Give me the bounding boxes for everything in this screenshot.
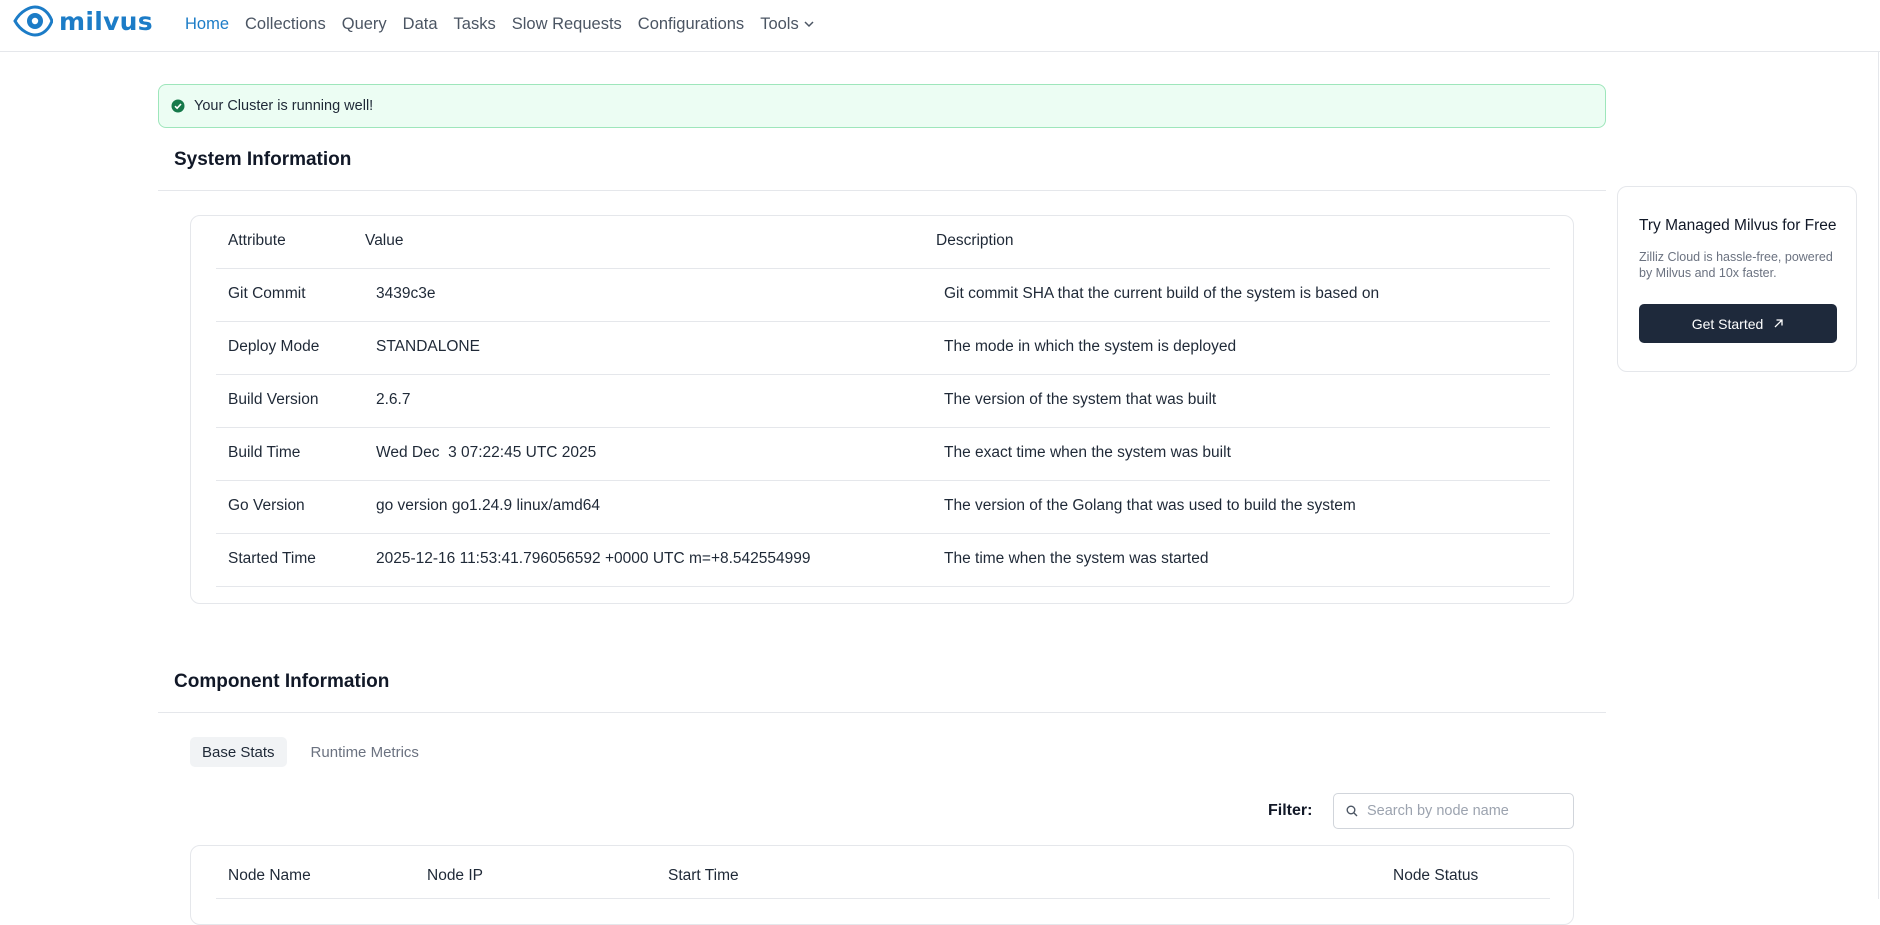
value-cell: go version go1.24.9 linux/amd64	[376, 497, 601, 514]
attribute-cell: Go Version	[228, 497, 305, 514]
table-row: Deploy Mode STANDALONE The mode in which…	[216, 322, 1550, 375]
alert-message: Your Cluster is running well!	[194, 98, 374, 114]
attribute-cell: Deploy Mode	[228, 338, 320, 355]
main-nav: Home Collections Query Data Tasks Slow R…	[185, 12, 831, 36]
header-attribute: Attribute	[228, 232, 286, 249]
status-alert: Your Cluster is running well!	[158, 84, 1606, 128]
header-node-name: Node Name	[228, 867, 311, 884]
table-row: Build Version 2.6.7 The version of the s…	[216, 375, 1550, 428]
system-info-title: System Information	[174, 149, 352, 170]
nav-query[interactable]: Query	[342, 15, 387, 34]
nav-tools-label: Tools	[760, 14, 799, 33]
filter-label: Filter:	[1268, 802, 1313, 819]
header-start-time: Start Time	[668, 867, 739, 884]
value-cell: 2.6.7	[376, 391, 411, 408]
nav-tools[interactable]: Tools	[760, 15, 815, 34]
tab-runtime-metrics[interactable]: Runtime Metrics	[299, 737, 431, 767]
search-icon	[1346, 805, 1358, 817]
value-cell: 2025-12-16 11:53:41.796056592 +0000 UTC …	[376, 550, 811, 567]
header-description: Description	[936, 232, 1014, 249]
description-cell: The version of the Golang that was used …	[944, 497, 1356, 514]
value-cell: STANDALONE	[376, 338, 480, 355]
value-cell: Wed Dec 3 07:22:45 UTC 2025	[376, 444, 597, 461]
table-row: Started Time 2025-12-16 11:53:41.7960565…	[216, 534, 1550, 587]
promo-description: Zilliz Cloud is hassle-free, powered by …	[1639, 250, 1833, 280]
component-table: Node Name Node IP Start Time Node Status	[190, 845, 1574, 925]
table-header-row: Attribute Value Description	[216, 216, 1550, 269]
logo-text: milvus	[59, 6, 153, 36]
header-value: Value	[365, 232, 404, 249]
tab-base-stats[interactable]: Base Stats	[190, 737, 287, 767]
system-info-table: Attribute Value Description Git Commit 3…	[190, 215, 1574, 604]
description-cell: The version of the system that was built	[944, 391, 1217, 408]
nav-slow-requests[interactable]: Slow Requests	[512, 15, 622, 34]
attribute-cell: Build Version	[228, 391, 319, 408]
table-row: Git Commit 3439c3e Git commit SHA that t…	[216, 269, 1550, 322]
node-search-input[interactable]	[1365, 802, 1565, 820]
nav-configurations[interactable]: Configurations	[638, 15, 744, 34]
top-navbar: milvus Home Collections Query Data Tasks…	[0, 0, 1880, 52]
check-circle-icon	[171, 99, 185, 113]
nav-data[interactable]: Data	[403, 15, 438, 34]
header-node-ip: Node IP	[427, 867, 484, 884]
description-cell: The time when the system was started	[944, 550, 1209, 567]
attribute-cell: Started Time	[228, 550, 316, 567]
nav-tasks[interactable]: Tasks	[454, 15, 496, 34]
table-row: Go Version go version go1.24.9 linux/amd…	[216, 481, 1550, 534]
get-started-button[interactable]: Get Started	[1639, 304, 1837, 343]
chevron-down-icon	[804, 21, 814, 28]
promo-title: Try Managed Milvus for Free	[1639, 217, 1837, 234]
external-arrow-icon	[1774, 319, 1783, 328]
milvus-eye-logo-icon	[13, 5, 53, 37]
get-started-label: Get Started	[1691, 315, 1764, 332]
table-header-row: Node Name Node IP Start Time Node Status	[216, 846, 1550, 899]
nav-home[interactable]: Home	[185, 15, 229, 34]
component-tabs: Base Stats Runtime Metrics	[190, 737, 431, 767]
attribute-cell: Git Commit	[228, 285, 306, 302]
description-cell: Git commit SHA that the current build of…	[944, 285, 1380, 302]
node-search-field[interactable]	[1333, 793, 1574, 829]
header-node-status: Node Status	[1393, 867, 1479, 884]
section-divider	[158, 712, 1606, 713]
attribute-cell: Build Time	[228, 444, 301, 461]
value-cell: 3439c3e	[376, 285, 436, 302]
description-cell: The mode in which the system is deployed	[944, 338, 1237, 355]
right-divider	[1878, 52, 1879, 899]
description-cell: The exact time when the system was built	[944, 444, 1231, 461]
nav-collections[interactable]: Collections	[245, 15, 326, 34]
milvus-logo[interactable]: milvus	[13, 5, 153, 37]
section-divider	[158, 190, 1606, 191]
promo-card: Try Managed Milvus for Free Zilliz Cloud…	[1617, 186, 1857, 372]
table-row: Build Time Wed Dec 3 07:22:45 UTC 2025 T…	[216, 428, 1550, 481]
component-info-title: Component Information	[174, 671, 390, 692]
